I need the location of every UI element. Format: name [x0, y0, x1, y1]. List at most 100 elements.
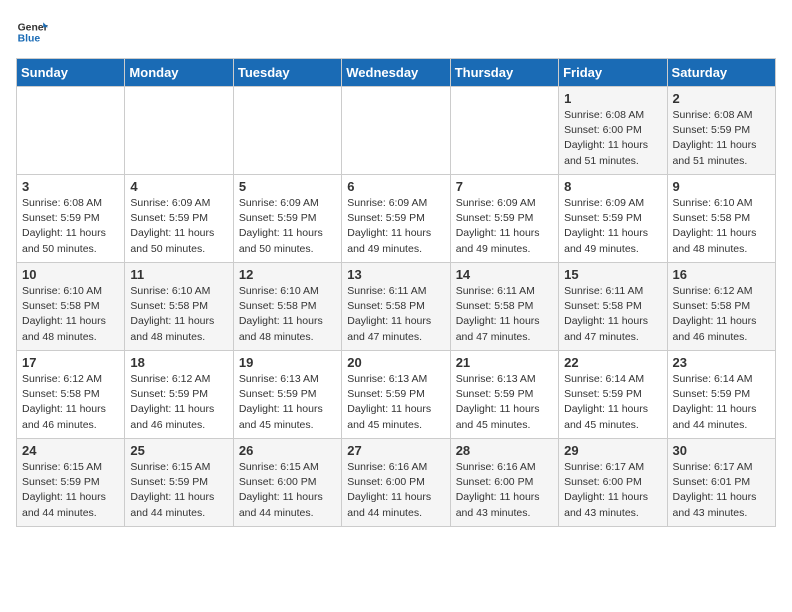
sunrise-label: Sunrise: 6:13 AM — [239, 373, 319, 385]
calendar-cell — [17, 87, 125, 175]
calendar-cell: 27Sunrise: 6:16 AMSunset: 6:00 PMDayligh… — [342, 439, 450, 527]
calendar-cell — [450, 87, 558, 175]
sunset-label: Sunset: 5:59 PM — [239, 388, 317, 400]
sunrise-label: Sunrise: 6:13 AM — [456, 373, 536, 385]
day-number: 20 — [347, 355, 444, 370]
daylight-label: Daylight: 11 hours and 45 minutes. — [564, 403, 648, 430]
calendar-cell: 20Sunrise: 6:13 AMSunset: 5:59 PMDayligh… — [342, 351, 450, 439]
col-header-wednesday: Wednesday — [342, 59, 450, 87]
day-number: 27 — [347, 443, 444, 458]
sunset-label: Sunset: 5:59 PM — [22, 476, 100, 488]
day-info: Sunrise: 6:13 AMSunset: 5:59 PMDaylight:… — [456, 372, 553, 433]
day-info: Sunrise: 6:14 AMSunset: 5:59 PMDaylight:… — [564, 372, 661, 433]
calendar-cell: 5Sunrise: 6:09 AMSunset: 5:59 PMDaylight… — [233, 175, 341, 263]
day-info: Sunrise: 6:16 AMSunset: 6:00 PMDaylight:… — [456, 460, 553, 521]
day-number: 17 — [22, 355, 119, 370]
day-number: 16 — [673, 267, 770, 282]
calendar-week-row: 17Sunrise: 6:12 AMSunset: 5:58 PMDayligh… — [17, 351, 776, 439]
daylight-label: Daylight: 11 hours and 44 minutes. — [130, 491, 214, 518]
sunrise-label: Sunrise: 6:08 AM — [22, 197, 102, 209]
calendar-cell: 4Sunrise: 6:09 AMSunset: 5:59 PMDaylight… — [125, 175, 233, 263]
day-number: 4 — [130, 179, 227, 194]
sunrise-label: Sunrise: 6:12 AM — [130, 373, 210, 385]
daylight-label: Daylight: 11 hours and 43 minutes. — [456, 491, 540, 518]
daylight-label: Daylight: 11 hours and 50 minutes. — [239, 227, 323, 254]
sunrise-label: Sunrise: 6:11 AM — [456, 285, 535, 297]
calendar-cell: 7Sunrise: 6:09 AMSunset: 5:59 PMDaylight… — [450, 175, 558, 263]
sunset-label: Sunset: 5:59 PM — [239, 212, 317, 224]
daylight-label: Daylight: 11 hours and 48 minutes. — [130, 315, 214, 342]
calendar-cell: 30Sunrise: 6:17 AMSunset: 6:01 PMDayligh… — [667, 439, 775, 527]
calendar-week-row: 3Sunrise: 6:08 AMSunset: 5:59 PMDaylight… — [17, 175, 776, 263]
calendar-cell: 13Sunrise: 6:11 AMSunset: 5:58 PMDayligh… — [342, 263, 450, 351]
day-number: 2 — [673, 91, 770, 106]
sunrise-label: Sunrise: 6:08 AM — [564, 109, 644, 121]
page-header: General Blue — [16, 16, 776, 48]
calendar-cell: 1Sunrise: 6:08 AMSunset: 6:00 PMDaylight… — [559, 87, 667, 175]
day-number: 8 — [564, 179, 661, 194]
sunrise-label: Sunrise: 6:10 AM — [239, 285, 319, 297]
calendar-table: SundayMondayTuesdayWednesdayThursdayFrid… — [16, 58, 776, 527]
daylight-label: Daylight: 11 hours and 50 minutes. — [22, 227, 106, 254]
col-header-saturday: Saturday — [667, 59, 775, 87]
day-info: Sunrise: 6:10 AMSunset: 5:58 PMDaylight:… — [239, 284, 336, 345]
sunset-label: Sunset: 5:59 PM — [564, 212, 642, 224]
col-header-monday: Monday — [125, 59, 233, 87]
day-info: Sunrise: 6:14 AMSunset: 5:59 PMDaylight:… — [673, 372, 770, 433]
day-info: Sunrise: 6:15 AMSunset: 5:59 PMDaylight:… — [130, 460, 227, 521]
day-info: Sunrise: 6:15 AMSunset: 5:59 PMDaylight:… — [22, 460, 119, 521]
day-info: Sunrise: 6:08 AM Sunset: 5:59 PM Daylight:… — [673, 108, 770, 169]
daylight-label: Daylight: 11 hours and 51 minutes. — [564, 139, 648, 166]
daylight-label: Daylight: 11 hours and 47 minutes. — [564, 315, 648, 342]
day-number: 10 — [22, 267, 119, 282]
sunset-label: Sunset: 6:00 PM — [239, 476, 317, 488]
day-info: Sunrise: 6:12 AMSunset: 5:58 PMDaylight:… — [673, 284, 770, 345]
col-header-thursday: Thursday — [450, 59, 558, 87]
calendar-cell: 16 Sunrise: 6:12 AMSunset: 5:58 PMDayligh… — [667, 263, 775, 351]
day-info: Sunrise: 6:10 AMSunset: 5:58 PMDaylight:… — [130, 284, 227, 345]
sunrise-label: Sunrise: 6:12 AM — [673, 285, 753, 297]
sunrise-label: Sunrise: 6:10 AM — [673, 197, 753, 209]
day-info: Sunrise: 6:10 AMSunset: 5:58 PMDaylight:… — [22, 284, 119, 345]
sunrise-label: Sunrise: 6:17 AM — [564, 461, 644, 473]
sunset-label: Sunset: 5:59 PM — [564, 388, 642, 400]
calendar-header-row: SundayMondayTuesdayWednesdayThursdayFrid… — [17, 59, 776, 87]
calendar-cell: 21Sunrise: 6:13 AMSunset: 5:59 PMDayligh… — [450, 351, 558, 439]
sunrise-label: Sunrise: 6:15 AM — [130, 461, 210, 473]
day-number: 19 — [239, 355, 336, 370]
day-info: Sunrise: 6:09 AMSunset: 5:59 PMDaylight:… — [456, 196, 553, 257]
daylight-label: Daylight: 11 hours and 48 minutes. — [239, 315, 323, 342]
calendar-cell: 25Sunrise: 6:15 AMSunset: 5:59 PMDayligh… — [125, 439, 233, 527]
sunrise-label: Sunrise: 6:09 AM — [564, 197, 644, 209]
sunrise-label: Sunrise: 6:08 AM — [673, 109, 753, 121]
sunset-label: Sunset: 5:58 PM — [673, 212, 751, 224]
day-info: Sunrise: 6:09 AMSunset: 5:59 PMDaylight:… — [347, 196, 444, 257]
daylight-label: Daylight: 11 hours and 49 minutes. — [347, 227, 431, 254]
daylight-label: Daylight: 11 hours and 51 minutes. — [673, 139, 757, 166]
svg-text:Blue: Blue — [18, 34, 41, 45]
col-header-tuesday: Tuesday — [233, 59, 341, 87]
daylight-label: Daylight: 11 hours and 43 minutes. — [673, 491, 757, 518]
sunrise-label: Sunrise: 6:09 AM — [130, 197, 210, 209]
sunset-label: Sunset: 5:59 PM — [673, 388, 751, 400]
day-number: 24 — [22, 443, 119, 458]
day-number: 9 — [673, 179, 770, 194]
calendar-cell: 3Sunrise: 6:08 AMSunset: 5:59 PMDaylight… — [17, 175, 125, 263]
sunset-label: Sunset: 5:59 PM — [673, 124, 751, 136]
calendar-cell — [125, 87, 233, 175]
calendar-cell: 17Sunrise: 6:12 AMSunset: 5:58 PMDayligh… — [17, 351, 125, 439]
sunset-label: Sunset: 5:59 PM — [22, 212, 100, 224]
day-info: Sunrise: 6:10 AMSunset: 5:58 PMDaylight:… — [673, 196, 770, 257]
calendar-cell: 23Sunrise: 6:14 AMSunset: 5:59 PMDayligh… — [667, 351, 775, 439]
sunrise-label: Sunrise: 6:11 AM — [564, 285, 643, 297]
day-number: 28 — [456, 443, 553, 458]
daylight-label: Daylight: 11 hours and 45 minutes. — [347, 403, 431, 430]
day-number: 14 — [456, 267, 553, 282]
sunset-label: Sunset: 6:00 PM — [564, 124, 642, 136]
day-info: Sunrise: 6:11 AMSunset: 5:58 PMDaylight:… — [347, 284, 444, 345]
day-number: 26 — [239, 443, 336, 458]
sunset-label: Sunset: 5:58 PM — [564, 300, 642, 312]
sunrise-label: Sunrise: 6:10 AM — [130, 285, 210, 297]
daylight-label: Daylight: 11 hours and 45 minutes. — [456, 403, 540, 430]
day-info: Sunrise: 6:17 AMSunset: 6:01 PMDaylight:… — [673, 460, 770, 521]
